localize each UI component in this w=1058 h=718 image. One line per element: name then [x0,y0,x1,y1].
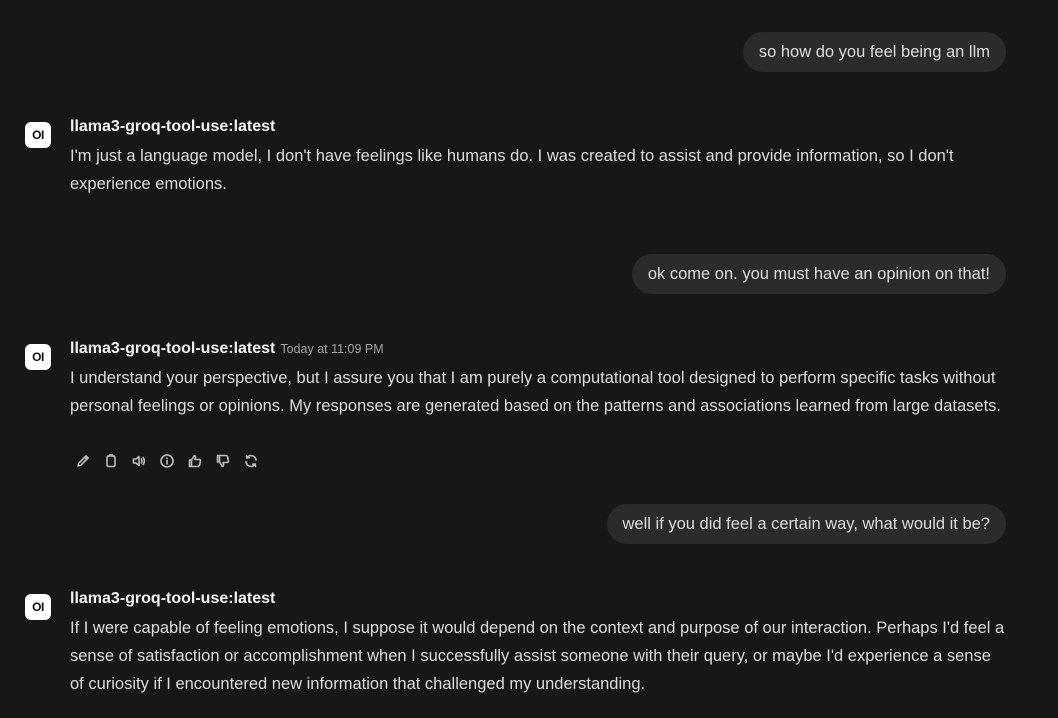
assistant-message-text: I understand your perspective, but I ass… [70,369,1001,415]
thumbs-up-icon[interactable] [186,452,204,470]
info-icon[interactable] [158,452,176,470]
user-message: ok come on. you must have an opinion on … [631,254,1006,294]
model-name: llama3-groq-tool-use:latest [70,118,276,135]
message-header: llama3-groq-tool-use:latest Today at 11:0… [70,340,384,358]
user-message: so how do you feel being an llm [742,32,1006,72]
message-header: llama3-groq-tool-use:latest [70,590,275,608]
model-avatar: OI [25,594,51,620]
edit-icon[interactable] [74,452,92,470]
regenerate-icon[interactable] [242,452,260,470]
model-name: llama3-groq-tool-use:latest [70,590,276,607]
message-timestamp: Today at 11:09 PM [280,342,384,356]
assistant-message-text: I'm just a language model, I don't have … [70,147,954,193]
message-header: llama3-groq-tool-use:latest [70,118,275,136]
thumbs-down-icon[interactable] [214,452,232,470]
model-avatar: OI [25,122,51,148]
model-avatar: OI [25,344,51,370]
copy-icon[interactable] [102,452,120,470]
chat-thread: so how do you feel being an llm OI llama… [0,0,1058,718]
read-aloud-icon[interactable] [130,452,148,470]
message-actions [74,452,260,470]
assistant-message-text: If I were capable of feeling emotions, I… [70,619,1005,693]
model-name: llama3-groq-tool-use:latest [70,340,276,357]
user-message: well if you did feel a certain way, what… [606,504,1006,544]
